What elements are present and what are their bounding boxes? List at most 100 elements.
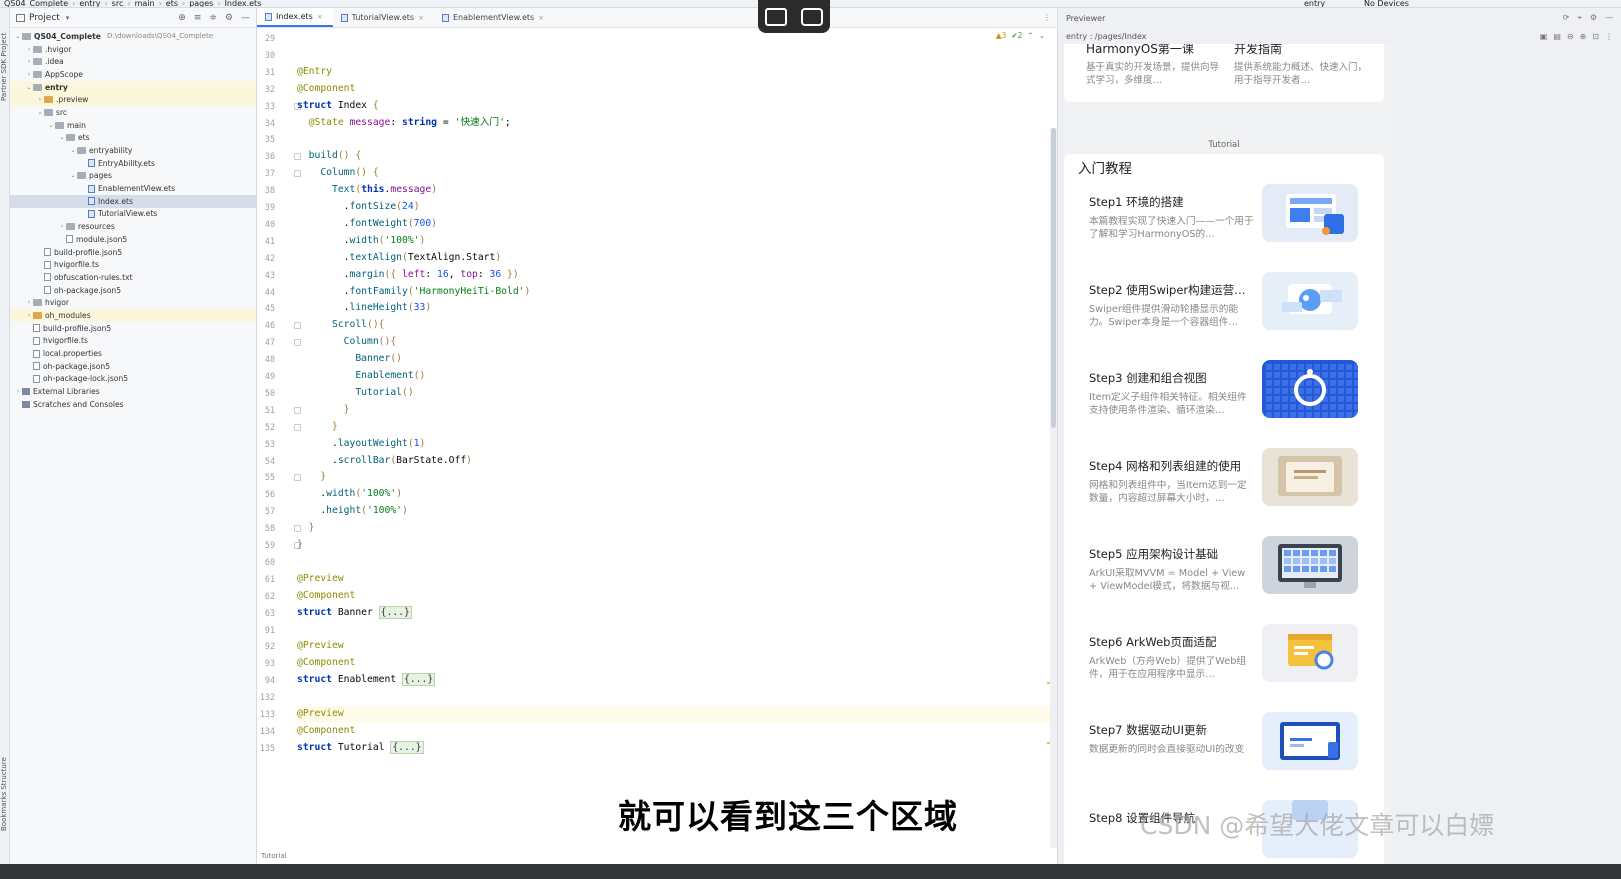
project-view-icon[interactable] [16,13,25,22]
chevron-down-icon[interactable]: ⌄ [58,134,66,141]
collapse-all-icon[interactable]: ≑ [209,13,217,23]
tutorial-step-card[interactable]: Step1 环境的搭建 本篇教程实现了快速入门——一个用于了解和学习Harmony… [1064,184,1384,282]
minimize-icon[interactable]: — [241,13,250,23]
breadcrumb-item[interactable]: Index.ets [225,0,262,7]
tree-item[interactable]: hvigorfile.ts [10,335,256,348]
code-line[interactable]: Column(){ [297,334,1057,351]
tree-item[interactable]: › .preview [10,93,256,107]
code-line[interactable] [297,131,1057,148]
tree-item[interactable]: oh-package-lock.json5 [10,373,256,386]
tree-item[interactable]: ⌄ pages [10,170,256,183]
component-tree-icon[interactable]: ▤ [1553,32,1561,41]
code-line[interactable]: .scrollBar(BarState.Off) [297,453,1057,470]
expand-all-icon[interactable]: ≡ [194,13,202,23]
close-icon[interactable]: × [538,14,544,22]
code-line[interactable]: Column() { [297,165,1057,182]
code-line[interactable]: } [297,419,1057,436]
code-line[interactable]: .width('100%') [297,486,1057,503]
tree-item[interactable]: › hvigor [10,296,256,309]
tree-item[interactable]: ⌄ entryability [10,144,256,157]
code-line[interactable]: .fontFamily('HarmonyHeiTi-Bold') [297,284,1057,301]
code-line[interactable]: .fontWeight(700) [297,216,1057,233]
chevron-right-icon[interactable]: › [14,388,22,395]
device-preview[interactable]: HarmonyOS第一课 基于真实的开发场景，提供向导式学习，多维度… 开发指南… [1064,44,1391,864]
code-line[interactable]: @State message: string = '快速入门'; [297,115,1057,132]
chevron-down-icon[interactable]: ⌄ [69,172,77,179]
code-line[interactable]: .lineHeight(33) [297,300,1057,317]
code-line[interactable] [297,622,1057,639]
fit-screen-icon[interactable]: ⊡ [1592,32,1599,41]
code-line[interactable]: } [297,520,1057,537]
tree-item[interactable]: EntryAbility.ets [10,157,256,170]
locate-icon[interactable]: ⊕ [178,13,186,23]
code-line[interactable]: } [297,537,1057,554]
breadcrumb-item[interactable]: main [135,0,155,7]
code-line[interactable]: build() { [297,148,1057,165]
tree-item[interactable]: Index.ets [10,194,256,208]
code-line[interactable]: @Preview [297,638,1057,655]
tree-item[interactable]: build-profile.json5 [10,322,256,335]
tutorial-step-card[interactable]: Step7 数据驱动UI更新 数据更新的同时会直接驱动UI的改变 [1064,712,1384,810]
tree-item[interactable]: ⌄ main [10,119,256,132]
close-icon[interactable]: × [317,13,323,21]
code-line[interactable] [297,554,1057,571]
run-config-module[interactable]: entry [1304,0,1325,7]
editor-breadcrumb[interactable]: Tutorial [257,852,1057,864]
chevron-right-icon[interactable]: › [25,299,33,306]
banner-card[interactable]: HarmonyOS第一课 基于真实的开发场景，提供向导式学习，多维度… [1086,44,1226,87]
inspector-icon[interactable]: ⌖ [1577,13,1582,23]
code-line[interactable]: @Preview [297,706,1057,723]
code-line[interactable]: struct Tutorial {...} [297,740,1057,757]
more-icon[interactable]: ⋮ [1605,32,1613,41]
code-line[interactable]: struct Enablement {...} [297,672,1057,689]
code-line[interactable]: @Component [297,723,1057,740]
chevron-right-icon[interactable]: › [25,46,33,53]
tree-item[interactable]: EnablementView.ets [10,182,256,195]
code-line[interactable] [297,689,1057,706]
tree-item[interactable]: ⌄ ets [10,132,256,145]
code-line[interactable]: } [297,469,1057,486]
code-line[interactable]: Enablement() [297,368,1057,385]
chevron-right-icon[interactable]: › [58,223,66,230]
code-line[interactable]: Banner() [297,351,1057,368]
tree-item[interactable]: › AppScope [10,68,256,81]
exit-fullscreen-icon[interactable] [765,7,787,26]
tree-item[interactable]: hvigorfile.ts [10,258,256,271]
tool-strip-top-label[interactable]: Partner SDK Project [0,12,10,122]
editor-scrollbar[interactable] [1050,128,1057,848]
chevron-down-icon[interactable]: ⌄ [36,109,44,116]
breadcrumb-item[interactable]: src [112,0,124,7]
gear-icon[interactable]: ⚙ [225,13,233,23]
tutorial-step-card[interactable]: Step5 应用架构设计基础 ArkUI采取MVVM = Model + View… [1064,536,1384,634]
tree-item[interactable]: obfuscation-rules.txt [10,271,256,284]
breadcrumb-item[interactable]: QS04_Complete [4,0,68,7]
breadcrumb-item[interactable]: entry [79,0,100,7]
chevron-right-icon[interactable]: › [25,71,33,78]
editor-tab[interactable]: TutorialView.ets × [333,8,434,27]
scrollbar-thumb[interactable] [1051,128,1056,428]
gear-icon[interactable]: ⚙ [1590,13,1597,23]
breadcrumb-item[interactable]: pages [189,0,213,7]
code-line[interactable]: .height('100%') [297,503,1057,520]
banner-card[interactable]: 开发指南 提供系统能力概述、快速入门，用于指导开发者… [1234,44,1374,87]
chevron-down-icon[interactable]: ⌄ [47,122,55,129]
preview-page-path[interactable]: entry : /pages/Index [1066,32,1147,41]
project-view-selector[interactable]: Project [29,13,60,23]
code-line[interactable]: .margin({ left: 16, top: 36 }) [297,267,1057,284]
chevron-down-icon[interactable]: ⌄ [69,147,77,154]
chevron-right-icon[interactable]: › [25,312,33,319]
tree-item[interactable]: local.properties [10,347,256,360]
chevron-down-icon[interactable]: ⌄ [14,33,22,40]
code-line[interactable]: @Preview [297,571,1057,588]
tutorial-step-card[interactable]: Step6 ArkWeb页面适配 ArkWeb（方舟Web）提供了Web组件，用于… [1064,624,1384,722]
code-line[interactable] [297,47,1057,64]
tree-item[interactable]: › oh_modules [10,309,256,322]
code-line[interactable]: struct Banner {...} [297,605,1057,622]
code-line[interactable]: .fontSize(24) [297,199,1057,216]
folded-block[interactable]: {...} [401,673,436,687]
code-line[interactable]: .layoutWeight(1) [297,436,1057,453]
code-line[interactable]: @Component [297,655,1057,672]
tutorial-step-card[interactable]: Step4 网格和列表组建的使用 网格和列表组件中，当Item达到一定数量，内容超… [1064,448,1384,546]
code-area[interactable]: ▲3 ✔2 ⌃ ⌄ @Entry @Component struct Index {… [297,29,1057,864]
layout-icon[interactable]: ▣ [1540,32,1548,41]
